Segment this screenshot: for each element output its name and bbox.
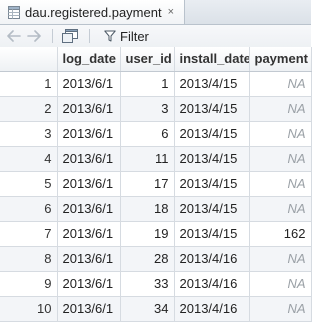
cell-log-date: 2013/6/1 bbox=[57, 96, 121, 122]
cell-payment: NA bbox=[249, 271, 312, 297]
tab-title: dau.registered.payment bbox=[25, 4, 162, 20]
funnel-icon bbox=[104, 30, 116, 42]
cell-payment: NA bbox=[249, 121, 312, 147]
cell-payment: NA bbox=[249, 171, 312, 197]
tab-strip: dau.registered.payment × bbox=[0, 0, 311, 25]
arrow-left-icon[interactable] bbox=[6, 28, 22, 44]
table-row: 4 2013/6/1 11 2013/4/15 NA bbox=[0, 146, 312, 172]
row-number: 3 bbox=[0, 121, 58, 147]
cell-user-id: 1 bbox=[120, 71, 175, 97]
cell-log-date: 2013/6/1 bbox=[57, 271, 121, 297]
row-number: 9 bbox=[0, 271, 58, 297]
cell-user-id: 11 bbox=[120, 146, 175, 172]
cell-log-date: 2013/6/1 bbox=[57, 146, 121, 172]
cell-log-date: 2013/6/1 bbox=[57, 246, 121, 272]
data-table-icon bbox=[8, 5, 20, 19]
cell-user-id: 17 bbox=[120, 171, 175, 197]
row-number: 1 bbox=[0, 71, 58, 97]
table-row: 6 2013/6/1 18 2013/4/15 NA bbox=[0, 196, 312, 222]
cell-install-date: 2013/4/16 bbox=[174, 271, 250, 297]
table-row: 7 2013/6/1 19 2013/4/15 162 bbox=[0, 221, 312, 247]
cell-user-id: 6 bbox=[120, 121, 175, 147]
cell-payment: NA bbox=[249, 146, 312, 172]
cell-payment: NA bbox=[249, 96, 312, 122]
cell-user-id: 18 bbox=[120, 196, 175, 222]
cell-log-date: 2013/6/1 bbox=[57, 71, 121, 97]
toolbar-separator bbox=[89, 29, 90, 43]
cell-install-date: 2013/4/15 bbox=[174, 96, 250, 122]
column-header-label: log_date bbox=[62, 51, 116, 67]
row-number: 7 bbox=[0, 221, 58, 247]
column-header-install-date[interactable]: install_date bbox=[174, 47, 250, 72]
table-row: 9 2013/6/1 33 2013/4/16 NA bbox=[0, 271, 312, 297]
cell-log-date: 2013/6/1 bbox=[57, 121, 121, 147]
arrow-right-icon[interactable] bbox=[26, 28, 42, 44]
cell-install-date: 2013/4/15 bbox=[174, 71, 250, 97]
cell-log-date: 2013/6/1 bbox=[57, 196, 121, 222]
column-header-label: payment bbox=[254, 51, 308, 67]
cell-install-date: 2013/4/16 bbox=[174, 246, 250, 272]
column-header-label: user_id bbox=[125, 51, 172, 67]
cell-log-date: 2013/6/1 bbox=[57, 171, 121, 197]
close-icon[interactable]: × bbox=[168, 6, 174, 18]
cell-install-date: 2013/4/15 bbox=[174, 121, 250, 147]
cell-user-id: 33 bbox=[120, 271, 175, 297]
toolbar-separator bbox=[52, 29, 53, 43]
table-row: 1 2013/6/1 1 2013/4/15 NA bbox=[0, 71, 312, 97]
cell-payment: NA bbox=[249, 246, 312, 272]
cell-user-id: 19 bbox=[120, 221, 175, 247]
table-row: 3 2013/6/1 6 2013/4/15 NA bbox=[0, 121, 312, 147]
row-number: 6 bbox=[0, 196, 58, 222]
row-number: 5 bbox=[0, 171, 58, 197]
cell-install-date: 2013/4/15 bbox=[174, 146, 250, 172]
cell-payment: NA bbox=[249, 71, 312, 97]
cell-install-date: 2013/4/15 bbox=[174, 221, 250, 247]
filter-label: Filter bbox=[120, 28, 149, 44]
column-header-payment[interactable]: payment bbox=[249, 47, 312, 72]
tab-dau-registered-payment[interactable]: dau.registered.payment × bbox=[0, 0, 185, 24]
column-header-user-id[interactable]: user_id bbox=[120, 47, 175, 72]
cell-user-id: 3 bbox=[120, 96, 175, 122]
cell-install-date: 2013/4/15 bbox=[174, 171, 250, 197]
table-row: 2 2013/6/1 3 2013/4/15 NA bbox=[0, 96, 312, 122]
table-row: 8 2013/6/1 28 2013/4/16 NA bbox=[0, 246, 312, 272]
cell-payment: 162 bbox=[249, 221, 312, 247]
cell-log-date: 2013/6/1 bbox=[57, 221, 121, 247]
table-row: 5 2013/6/1 17 2013/4/15 NA bbox=[0, 171, 312, 197]
filter-button[interactable]: Filter bbox=[104, 27, 149, 45]
header-row: log_date user_id install_date payment bbox=[0, 47, 312, 72]
row-number: 4 bbox=[0, 146, 58, 172]
cell-user-id: 28 bbox=[120, 246, 175, 272]
popout-window-icon[interactable] bbox=[61, 28, 79, 44]
row-number: 2 bbox=[0, 96, 58, 122]
column-header-label: install_date bbox=[179, 51, 249, 67]
row-number-header bbox=[0, 47, 58, 72]
data-grid: log_date user_id install_date payment 1 … bbox=[0, 47, 312, 322]
row-number: 8 bbox=[0, 246, 58, 272]
viewer-toolbar: Filter bbox=[0, 25, 311, 48]
column-header-log-date[interactable]: log_date bbox=[57, 47, 121, 72]
cell-payment: NA bbox=[249, 196, 312, 222]
cell-install-date: 2013/4/15 bbox=[174, 196, 250, 222]
